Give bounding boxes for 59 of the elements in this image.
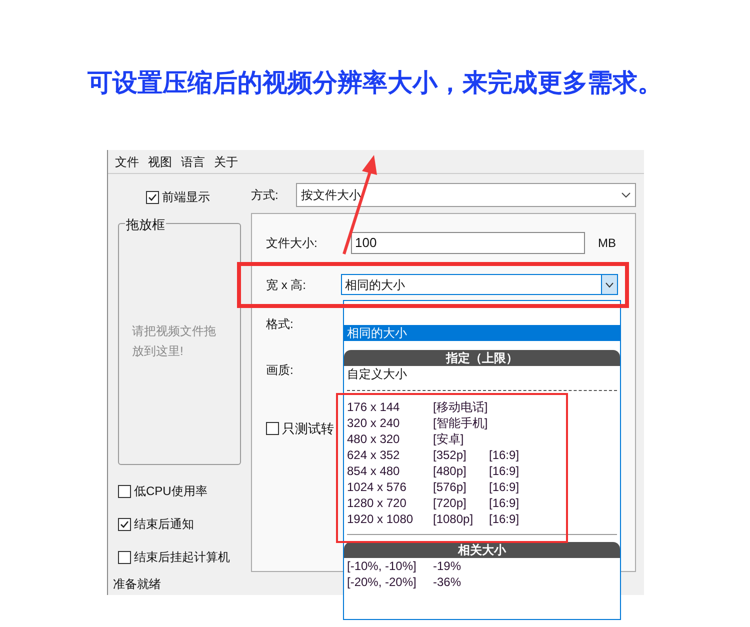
headline: 可设置压缩后的视频分辨率大小，来完成更多需求。 <box>88 67 662 99</box>
size-value[interactable]: 1280 x 720 <box>347 495 433 511</box>
size-tag: -36% <box>433 574 489 590</box>
size-value[interactable]: 1024 x 576 <box>347 479 433 495</box>
size-tag: [352p] <box>433 447 489 463</box>
aspect-ratio: [16:9] <box>489 463 520 479</box>
dropdown-option[interactable]: 自定义大小 <box>344 366 620 382</box>
aspect-ratio: [16:9] <box>489 479 520 495</box>
field-label: 画质: <box>266 362 294 379</box>
size-tag: [576p] <box>433 479 489 495</box>
checkbox[interactable] <box>118 484 131 498</box>
group-header: 相关大小 <box>344 542 620 558</box>
dropdown-option[interactable]: 相同的大小 <box>344 325 620 341</box>
size-value[interactable]: [-20%, -20%] <box>347 574 433 590</box>
size-value[interactable]: 480 x 320 <box>347 431 433 447</box>
field-label: 格式: <box>266 316 294 333</box>
drop-hint: 请把视频文件拖放到这里! <box>131 323 217 360</box>
menu-item[interactable]: 视图 <box>148 152 172 170</box>
checkbox[interactable] <box>118 550 131 564</box>
size-tag: [安卓] <box>433 431 489 447</box>
unit-label: MB <box>598 235 616 252</box>
field-label: 文件大小: <box>266 235 318 252</box>
size-value[interactable]: [-10%, -10%] <box>347 558 433 574</box>
size-value[interactable]: 320 x 240 <box>347 415 433 431</box>
size-tag: [720p] <box>433 495 489 511</box>
checkbox-label: 结束后通知 <box>134 516 194 533</box>
file-size-field[interactable]: 100 <box>351 232 585 254</box>
size-tag: [1080p] <box>433 511 489 527</box>
size-tag: [智能手机] <box>433 415 489 431</box>
aspect-ratio: [16:9] <box>489 447 520 463</box>
size-value[interactable]: 1920 x 1080 <box>347 511 433 527</box>
checkbox-label: 只测试转 <box>282 420 334 438</box>
checkmark-icon <box>120 520 129 528</box>
aspect-ratio: [16:9] <box>489 511 520 527</box>
chevron-down-icon <box>605 282 614 288</box>
checkbox[interactable] <box>266 422 279 436</box>
field-label: 方式: <box>251 187 280 204</box>
size-tag: [480p] <box>433 463 489 479</box>
size-tag: [移动电话] <box>433 399 489 415</box>
checkbox-label: 前端显示 <box>162 189 210 206</box>
size-value[interactable]: 176 x 144 <box>347 399 433 415</box>
checkbox-label: 结束后挂起计算机 <box>134 549 230 566</box>
resolution-dropdown[interactable]: 相同的大小 <box>341 274 618 295</box>
status-text: 准备就绪 <box>113 576 161 593</box>
group-header: 指定（上限） <box>344 350 620 366</box>
mode-dropdown[interactable]: 按文件大小 <box>296 183 636 207</box>
checkmark-icon <box>148 192 157 202</box>
checkbox[interactable] <box>118 518 131 530</box>
size-tag: -19% <box>433 558 489 574</box>
checkbox[interactable] <box>146 190 159 204</box>
menu-item[interactable]: 关于 <box>214 152 238 170</box>
chevron-down-icon <box>621 192 631 198</box>
size-value[interactable]: 854 x 480 <box>347 463 433 479</box>
aspect-ratio: [16:9] <box>489 495 520 511</box>
size-value[interactable]: 624 x 352 <box>347 447 433 463</box>
checkbox-label: 低CPU使用率 <box>134 483 208 500</box>
menu-item[interactable]: 语言 <box>181 152 205 170</box>
menu-item[interactable]: 文件 <box>115 152 139 170</box>
field-label: 宽 x 高: <box>266 276 308 294</box>
